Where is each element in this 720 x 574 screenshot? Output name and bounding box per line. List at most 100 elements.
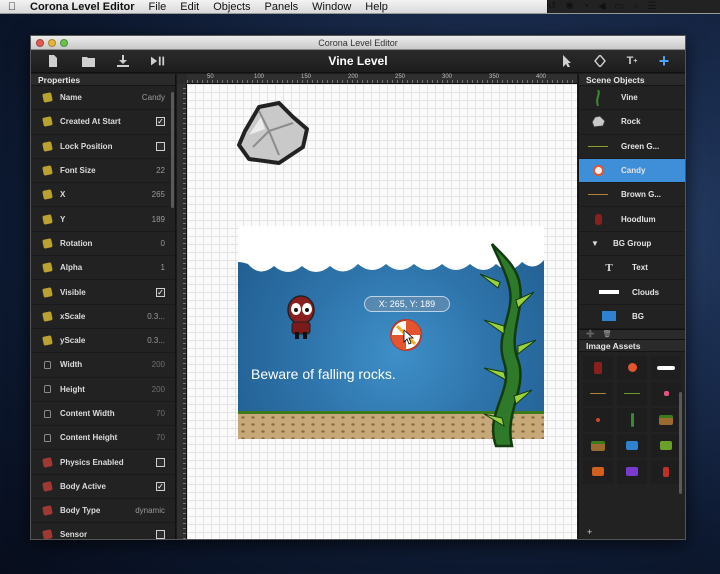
scene-object-thumbnail	[586, 211, 610, 227]
apple-icon[interactable]: 	[0, 1, 24, 13]
asset-candy[interactable]	[617, 355, 647, 380]
hoodlum-sprite[interactable]	[284, 294, 318, 340]
candy-sprite[interactable]	[389, 318, 423, 352]
property-value[interactable]: dynamic	[135, 506, 165, 515]
menu-app-name[interactable]: Corona Level Editor	[24, 1, 143, 13]
property-checkbox[interactable]	[156, 457, 165, 467]
property-checkbox[interactable]: ✓	[156, 287, 165, 297]
rock-sprite[interactable]	[235, 101, 311, 167]
property-row[interactable]: Body Active ✓	[31, 475, 175, 500]
vine-sprite[interactable]	[474, 242, 536, 448]
property-row[interactable]: Lock Position	[31, 135, 175, 159]
property-row[interactable]: Body Type dynamic	[31, 499, 175, 524]
property-value[interactable]: 0.3...	[147, 336, 165, 345]
download-icon[interactable]	[116, 54, 130, 68]
list-icon[interactable]: ☰	[648, 1, 657, 12]
scene-object-row[interactable]: Brown G...	[579, 183, 685, 208]
open-folder-icon[interactable]	[81, 54, 95, 68]
property-row[interactable]: Visible ✓	[31, 280, 175, 305]
property-row[interactable]: X 265	[31, 183, 175, 208]
scene-object-row[interactable]: Green G...	[579, 135, 685, 159]
property-row[interactable]: Font Size 22	[31, 159, 175, 184]
property-row[interactable]: Created At Start ✓	[31, 110, 175, 135]
property-row[interactable]: yScale 0.3...	[31, 329, 175, 354]
property-value[interactable]: 200	[152, 360, 165, 369]
scene-object-row[interactable]: Vine	[579, 86, 685, 111]
property-row[interactable]: Physics Enabled	[31, 450, 175, 475]
spotlight-icon[interactable]: ⌕	[633, 1, 639, 12]
scene-object-row[interactable]: Clouds	[579, 280, 685, 305]
play-pause-icon[interactable]	[151, 54, 165, 68]
asset-purple-tile[interactable]	[617, 459, 647, 484]
property-row[interactable]: Alpha 1	[31, 256, 175, 281]
menu-window[interactable]: Window	[306, 1, 359, 13]
property-row[interactable]: Content Width 70	[31, 402, 175, 427]
trash-icon[interactable]: 🗑	[603, 330, 612, 338]
menu-panels[interactable]: Panels	[259, 1, 307, 13]
property-value[interactable]: 0	[161, 239, 165, 248]
menu-file[interactable]: File	[143, 1, 175, 13]
scene-object-row[interactable]: BG	[579, 305, 685, 329]
asset-small-heart[interactable]	[583, 407, 613, 432]
new-document-icon[interactable]	[46, 54, 60, 68]
property-row[interactable]: Content Height 70	[31, 426, 175, 451]
property-row[interactable]: Sensor	[31, 523, 175, 539]
add-asset-button[interactable]: +	[587, 527, 592, 537]
select-arrow-icon[interactable]	[561, 54, 575, 68]
scene-object-row[interactable]: Hoodlum	[579, 207, 685, 232]
image-assets-scrollbar[interactable]	[679, 392, 682, 494]
property-value[interactable]: 70	[156, 409, 165, 418]
property-value[interactable]: 265	[152, 190, 165, 199]
property-checkbox[interactable]	[156, 141, 165, 151]
bluetooth-icon[interactable]: ✱	[565, 1, 573, 12]
add-group-icon[interactable]: ➕	[586, 330, 595, 338]
asset-orange-tile[interactable]	[583, 459, 613, 484]
property-value[interactable]: 1	[161, 263, 165, 272]
asset-vine[interactable]	[617, 407, 647, 432]
property-checkbox[interactable]: ✓	[156, 481, 165, 491]
asset-brown-ground[interactable]	[583, 381, 613, 406]
property-value[interactable]: 70	[156, 433, 165, 442]
wifi-icon[interactable]: ◔	[583, 1, 589, 12]
property-row[interactable]: Y 189	[31, 207, 175, 232]
asset-ground-tile-2[interactable]	[583, 433, 613, 458]
asset-clouds[interactable]	[651, 355, 681, 380]
asset-blue-tile[interactable]	[617, 433, 647, 458]
scene-object-row[interactable]: ▼ BG Group	[579, 232, 685, 257]
properties-scrollbar[interactable]	[171, 92, 174, 208]
property-row[interactable]: Name Candy	[31, 86, 175, 111]
property-icon	[42, 529, 53, 539]
scene-object-row[interactable]: Rock	[579, 110, 685, 135]
property-checkbox[interactable]	[156, 530, 165, 539]
property-row[interactable]: xScale 0.3...	[31, 305, 175, 329]
scene-object-row[interactable]: Candy	[579, 158, 685, 184]
disclosure-triangle-icon[interactable]: ▼	[591, 239, 599, 248]
asset-ground-tile[interactable]	[651, 407, 681, 432]
asset-green-ground[interactable]	[617, 381, 647, 406]
property-value[interactable]: 200	[152, 385, 165, 394]
property-value[interactable]: 0.3...	[147, 312, 165, 321]
asset-red-sprite[interactable]	[651, 459, 681, 484]
level-caption-text[interactable]: Beware of falling rocks.	[251, 366, 396, 382]
volume-icon[interactable]: ◀	[598, 1, 606, 12]
property-value[interactable]: 189	[152, 215, 165, 224]
pen-tool-icon[interactable]	[593, 54, 607, 68]
property-value[interactable]: 22	[156, 166, 165, 175]
battery-icon[interactable]: ▭	[615, 1, 624, 12]
level-canvas[interactable]: X: 265, Y: 189 Beware of falling rocks.	[187, 84, 577, 539]
property-value[interactable]: Candy	[142, 93, 165, 102]
menu-edit[interactable]: Edit	[174, 1, 207, 13]
menu-help[interactable]: Help	[359, 1, 396, 13]
asset-green-tile[interactable]	[651, 433, 681, 458]
asset-hoodlum[interactable]	[583, 355, 613, 380]
asset-heart[interactable]	[651, 381, 681, 406]
time-machine-icon[interactable]: ↺	[548, 1, 556, 12]
add-text-icon[interactable]: T +	[625, 54, 639, 68]
scene-object-row[interactable]: T Text	[579, 256, 685, 281]
property-checkbox[interactable]: ✓	[156, 117, 165, 127]
add-object-button[interactable]: +	[657, 51, 671, 71]
property-row[interactable]: Rotation 0	[31, 232, 175, 257]
property-row[interactable]: Height 200	[31, 378, 175, 402]
menu-objects[interactable]: Objects	[207, 1, 258, 13]
property-row[interactable]: Width 200	[31, 353, 175, 378]
